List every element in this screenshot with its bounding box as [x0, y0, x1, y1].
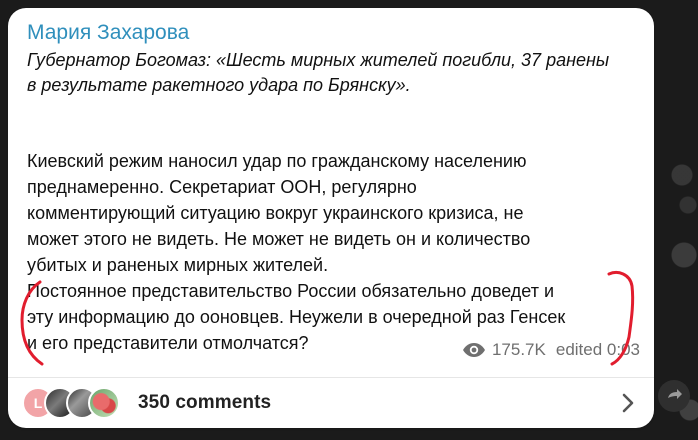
eye-icon	[462, 343, 485, 357]
avatar	[88, 387, 120, 419]
comments-count[interactable]: 350 comments	[138, 392, 271, 414]
channel-post: Мария Захарова Губернатор Богомаз: «Шест…	[8, 8, 654, 428]
chevron-right-icon[interactable]	[620, 393, 636, 413]
telegram-channel-screen: Мария Захарова Губернатор Богомаз: «Шест…	[0, 0, 698, 440]
edited-time: edited 0:03	[555, 340, 640, 359]
commenter-avatars: L	[22, 384, 120, 422]
share-icon	[668, 389, 682, 399]
post-meta: 175.7K edited 0:03	[462, 338, 640, 362]
view-count: 175.7K	[462, 338, 546, 362]
post-author[interactable]: Мария Захарова	[27, 20, 189, 46]
post-body: Киевский режим наносил удар по гражданск…	[27, 151, 566, 353]
comments-bar[interactable]: L 350 comments	[8, 378, 654, 428]
views-value: 175.7K	[491, 340, 546, 359]
post-quote: Губернатор Богомаз: «Шесть мирных жителе…	[27, 50, 610, 95]
side-action-button[interactable]	[658, 380, 690, 412]
